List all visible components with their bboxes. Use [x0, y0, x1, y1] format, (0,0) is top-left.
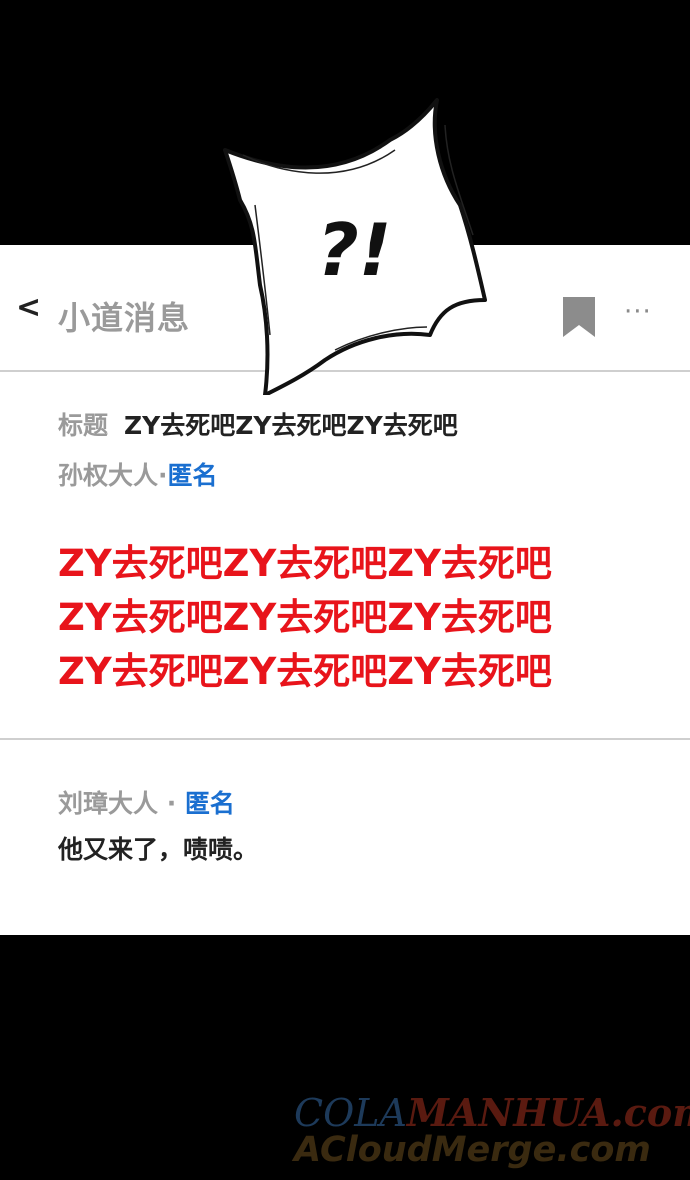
exclamation-bubble: ?! [223, 98, 487, 395]
reply-text: 他又来了，啧啧。 [58, 835, 259, 864]
watermark-line2: ACloudMerge.com [294, 1130, 651, 1170]
post-title: ZY去死吧ZY去死吧ZY去死吧 [124, 411, 458, 440]
reply-author-row: 刘璋大人 · 匿名 [58, 784, 235, 820]
bookmark-icon[interactable] [563, 297, 595, 337]
back-button[interactable]: < [16, 293, 41, 323]
post-author[interactable]: 孙权大人· [58, 461, 168, 490]
post-body-line: ZY去死吧ZY去死吧ZY去死吧 [58, 650, 552, 693]
reply-author[interactable]: 刘璋大人 · [58, 789, 185, 818]
post-title-label: 标题 [58, 411, 109, 440]
post-anon-tag[interactable]: 匿名 [168, 461, 218, 490]
more-options-button[interactable]: ··· [624, 299, 652, 325]
exclamation-text: ?! [317, 208, 392, 292]
post-body: ZY去死吧ZY去死吧ZY去死吧 ZY去死吧ZY去死吧ZY去死吧 ZY去死吧ZY去… [58, 537, 678, 699]
reply-anon-tag[interactable]: 匿名 [185, 789, 235, 818]
watermark-part1: COLA [294, 1091, 407, 1135]
reply-card: 刘璋大人 · 匿名 他又来了，啧啧。 [0, 740, 690, 935]
watermark-part3: .com [610, 1090, 690, 1135]
post-author-row: 孙权大人·匿名 [58, 456, 218, 492]
post-card: 标题 ZY去死吧ZY去死吧ZY去死吧 孙权大人·匿名 ZY去死吧ZY去死吧ZY去死… [0, 372, 690, 740]
watermark: COLAMANHUA.com ACloudMerge.com [290, 1090, 690, 1180]
page-title: 小道消息 [58, 299, 191, 337]
watermark-part2: MANHUA [406, 1090, 611, 1135]
post-title-row: 标题 ZY去死吧ZY去死吧ZY去死吧 [58, 406, 458, 442]
watermark-line1: COLAMANHUA.com [294, 1090, 690, 1135]
post-body-line: ZY去死吧ZY去死吧ZY去死吧 [58, 542, 552, 585]
post-body-line: ZY去死吧ZY去死吧ZY去死吧 [58, 596, 552, 639]
